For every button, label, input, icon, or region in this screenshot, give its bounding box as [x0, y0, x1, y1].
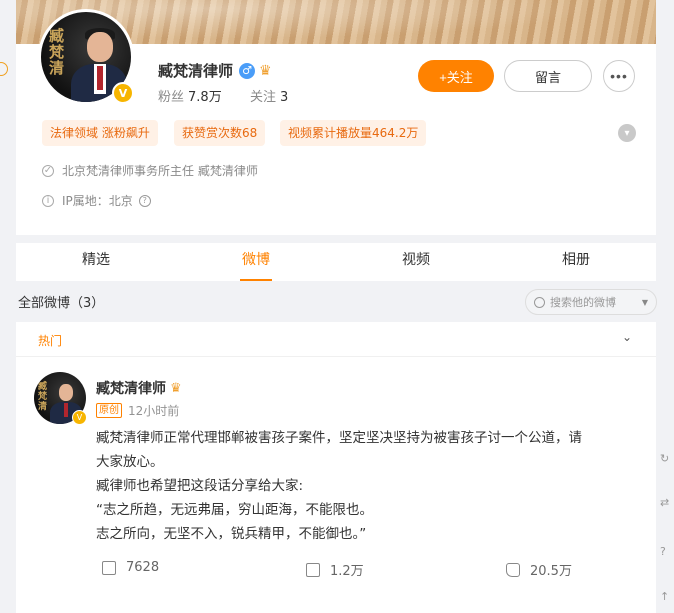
fans-label[interactable]: 粉丝: [158, 90, 184, 105]
post-card: 热门 ⌄ 臧梵清 V 臧梵清律师 ♛ 原创 12小时前 臧梵清律师正常代理邯郸被…: [16, 322, 656, 613]
dropdown-icon[interactable]: ▼: [642, 298, 648, 307]
search-placeholder: 搜索他的微博: [550, 296, 616, 309]
post-author-row: 臧梵清律师 ♛: [96, 378, 182, 398]
original-badge: 原创: [96, 403, 122, 418]
hot-label: 热门: [38, 334, 63, 348]
bio-text: 北京梵清律师事务所主任 臧梵清律师: [62, 164, 258, 178]
search-icon: [534, 296, 545, 308]
post-author[interactable]: 臧梵清律师: [96, 378, 166, 398]
ip-text: IP属地：北京: [62, 194, 133, 208]
post-line: 志之所向，无坚不入，锐兵精甲，不能御也。”: [96, 526, 367, 542]
male-icon: ♂: [239, 62, 256, 79]
follow-label[interactable]: 关注: [250, 90, 276, 105]
tab-album[interactable]: 相册: [496, 243, 656, 281]
tab-video[interactable]: 视频: [336, 243, 496, 281]
post-meta: 原创 12小时前: [96, 402, 179, 419]
like-count: 20.5万: [530, 564, 572, 579]
ip-icon: i: [42, 194, 54, 207]
post-verified-icon: V: [72, 410, 87, 425]
side-top-icon[interactable]: ↑: [660, 590, 674, 604]
tab-featured[interactable]: 精选: [16, 243, 176, 281]
post-line: 臧梵清律师正常代理邯郸被害孩子案件，坚定坚决坚持为被害孩子讨一个公道，请: [96, 430, 582, 446]
verified-shield-icon: ✓: [42, 164, 54, 177]
edge-badge-icon: [0, 62, 8, 76]
post-time[interactable]: 12小时前: [128, 402, 179, 419]
tag-rewards[interactable]: 获赞赏次数68: [174, 120, 266, 146]
help-icon[interactable]: ?: [138, 194, 151, 207]
post-line: 臧律师也希望把这段话分享给大家:: [96, 478, 304, 494]
profile-tabs: 精选 微博 视频 相册: [16, 243, 656, 281]
like-button[interactable]: 20.5万: [506, 560, 572, 579]
post-actions: 7628 1.2万 20.5万: [16, 560, 656, 590]
bio-line: ✓ 北京梵清律师事务所主任 臧梵清律师: [42, 162, 258, 179]
comment-button[interactable]: 1.2万: [306, 560, 364, 579]
collapse-chevron-icon[interactable]: ⌄: [622, 330, 632, 344]
profile-name-row: 臧梵清律师 ♂ ♛: [158, 60, 272, 81]
weibo-search-input[interactable]: 搜索他的微博 ▼: [525, 289, 657, 315]
tag-rising[interactable]: 法律领域 涨粉飙升: [42, 120, 158, 146]
post-line: 大家放心。: [96, 454, 164, 470]
side-help-icon[interactable]: ?: [660, 545, 674, 559]
message-button[interactable]: 留言: [504, 60, 592, 92]
profile-name: 臧梵清律师: [158, 62, 234, 80]
avatar-calligraphy: 臧梵清: [49, 27, 65, 77]
ip-line: i IP属地：北京 ?: [42, 192, 151, 209]
fans-count[interactable]: 7.8万: [188, 90, 222, 105]
profile-card: 臧梵清 V 臧梵清律师 ♂ ♛ 粉丝 7.8万 关注 3 +关注 留言 ••• 法律…: [16, 0, 656, 235]
post-text: 臧梵清律师正常代理邯郸被害孩子案件，坚定坚决坚持为被害孩子讨一个公道，请 大家放…: [96, 426, 646, 546]
comment-icon: [306, 562, 320, 577]
side-refresh-icon[interactable]: ↻: [660, 452, 674, 466]
post-line: “志之所趋，无远弗届，穷山距海，不能限也。: [96, 502, 373, 518]
tag-video-views[interactable]: 视频累计播放量464.2万: [280, 120, 427, 146]
verified-icon: V: [112, 82, 134, 104]
profile-stats: 粉丝 7.8万 关注 3: [158, 86, 288, 105]
all-weibo-count: 全部微博（3）: [18, 296, 105, 311]
expand-chevron-icon[interactable]: ▾: [618, 124, 636, 142]
follow-count[interactable]: 3: [280, 90, 288, 105]
side-share-icon[interactable]: ⇄: [660, 496, 674, 510]
comment-count: 1.2万: [330, 564, 364, 579]
repost-button[interactable]: 7628: [102, 560, 159, 575]
repost-count: 7628: [126, 560, 160, 575]
repost-icon: [102, 560, 116, 575]
crown-icon: ♛: [259, 62, 272, 79]
like-icon: [506, 562, 520, 577]
more-options-button[interactable]: •••: [603, 60, 635, 92]
tab-weibo[interactable]: 微博: [176, 243, 336, 281]
crown-icon: ♛: [170, 380, 182, 396]
follow-button[interactable]: +关注: [418, 60, 494, 92]
